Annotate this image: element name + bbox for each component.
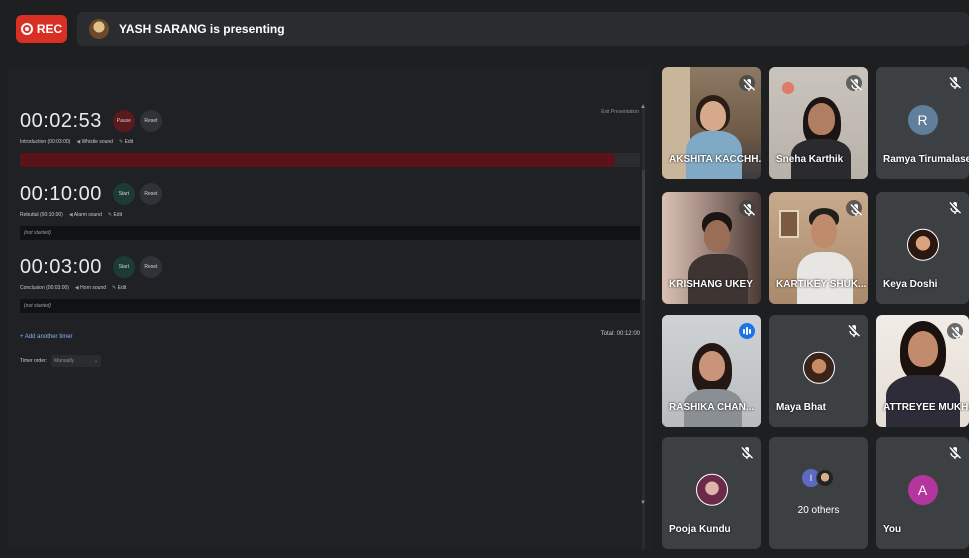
mic-off-icon <box>947 323 963 339</box>
participant-name: You <box>883 524 902 535</box>
sound-option[interactable]: ◀ Horn sound <box>75 285 106 295</box>
speaker-icon: ◀ <box>68 212 73 218</box>
timer-progress-fill <box>20 153 616 167</box>
timer-block: 00:03:00 Start Reset Conclusion (00:03:0… <box>20 252 640 313</box>
others-count: 20 others <box>797 505 840 516</box>
recording-label: REC <box>36 22 63 36</box>
reset-button[interactable]: Reset <box>139 183 162 205</box>
total-time: Total: 00:12:00 <box>600 331 640 337</box>
timer-block: 00:10:00 Start Reset Rebuttal (00:10:00)… <box>20 179 640 240</box>
participant-name: Pooja Kundu <box>669 524 731 535</box>
timer-slide: 00:02:53 Pause Reset Introduction (00:03… <box>20 106 640 367</box>
speaking-indicator-icon <box>739 323 755 339</box>
scroll-down-icon[interactable]: ▼ <box>640 500 646 506</box>
timer-order-label: Timer order: <box>20 358 48 364</box>
participant-name: AKSHITA KACCHH... <box>669 154 761 165</box>
scroll-up-icon[interactable]: ▲ <box>640 104 646 110</box>
self-tile[interactable]: A You <box>876 437 969 549</box>
participant-tile-speaking[interactable]: RASHIKA CHAN... <box>662 315 761 427</box>
participant-tile[interactable]: R Ramya Tirumalase... <box>876 67 969 179</box>
avatar <box>695 473 728 506</box>
timer-progress-bar: (not started) <box>20 226 640 240</box>
participant-tile[interactable]: Sneha Karthik <box>769 67 868 179</box>
mic-off-icon <box>846 75 862 91</box>
timer-order-select[interactable]: Manually ⌄ <box>51 355 102 367</box>
timer-display: 00:03:00 <box>20 255 102 278</box>
mic-off-icon <box>947 200 963 216</box>
presentation-area: Exit Presentation 00:02:53 Pause Reset I… <box>8 66 653 549</box>
sound-option[interactable]: ◀ Alarm sound <box>69 212 102 222</box>
participant-tile[interactable]: AKSHITA KACCHH... <box>662 67 761 179</box>
mic-off-icon <box>846 200 862 216</box>
mic-off-icon <box>846 323 862 339</box>
mic-off-icon <box>947 445 963 461</box>
participant-tile[interactable]: Keya Doshi <box>876 192 969 304</box>
mic-off-icon <box>947 75 963 91</box>
start-button[interactable]: Start <box>112 256 135 278</box>
timer-name: Rebuttal (00:10:00) <box>20 212 63 218</box>
participant-tile[interactable]: KARTIKEY SHUK... <box>769 192 868 304</box>
pause-button[interactable]: Pause <box>112 110 135 132</box>
timer-progress-bar: (not started) <box>20 299 640 313</box>
pencil-icon: ✎ <box>107 212 113 218</box>
participant-name: ATTREYEE MUKH... <box>883 402 969 413</box>
avatar: A <box>907 475 938 505</box>
avatar <box>802 351 835 384</box>
participant-name: KARTIKEY SHUK... <box>776 279 867 290</box>
recording-button[interactable]: REC <box>16 15 67 43</box>
chevron-down-icon: ⌄ <box>93 358 99 364</box>
start-button[interactable]: Start <box>112 183 135 205</box>
presenting-banner[interactable]: YASH SARANG is presenting <box>77 12 969 46</box>
timer-display: 00:02:53 <box>20 109 102 132</box>
edit-link[interactable]: ✎ Edit <box>112 285 126 295</box>
timer-status: (not started) <box>24 303 51 309</box>
others-tile[interactable]: I 20 others <box>769 437 868 549</box>
edit-link[interactable]: ✎ Edit <box>119 139 133 149</box>
mic-off-icon <box>739 200 755 216</box>
record-icon <box>20 23 33 35</box>
scrollbar-thumb[interactable] <box>642 170 645 300</box>
participant-name: Ramya Tirumalase... <box>883 154 969 165</box>
edit-link[interactable]: ✎ Edit <box>108 212 122 222</box>
timer-name: Conclusion (00:03:00) <box>20 285 69 291</box>
timer-block: 00:02:53 Pause Reset Introduction (00:03… <box>20 106 640 167</box>
participant-name: Keya Doshi <box>883 279 938 290</box>
participant-name: Sneha Karthik <box>776 154 844 165</box>
mic-off-icon <box>739 75 755 91</box>
timer-progress-bar <box>20 153 640 167</box>
participant-tile[interactable]: ATTREYEE MUKH... <box>876 315 969 427</box>
avatar <box>906 228 939 261</box>
speaker-icon: ◀ <box>74 285 79 291</box>
reset-button[interactable]: Reset <box>139 110 162 132</box>
add-timer-link[interactable]: + Add another timer <box>20 334 73 340</box>
presenting-text: YASH SARANG is presenting <box>119 22 285 36</box>
avatar: R <box>907 105 938 135</box>
timer-order-row: Timer order: Manually ⌄ <box>20 355 640 367</box>
presenter-avatar <box>89 19 109 39</box>
timer-name: Introduction (00:03:00) <box>20 139 71 145</box>
timer-status: (not started) <box>24 230 51 236</box>
participant-name: Maya Bhat <box>776 402 827 413</box>
participant-tile[interactable]: KRISHANG UKEY <box>662 192 761 304</box>
sound-option[interactable]: ◀ Whistle sound <box>76 139 113 149</box>
mic-off-icon <box>739 445 755 461</box>
participant-name: RASHIKA CHAN... <box>669 402 755 413</box>
speaker-icon: ◀ <box>76 139 81 145</box>
top-bar: REC YASH SARANG is presenting <box>8 10 969 48</box>
pencil-icon: ✎ <box>118 139 124 145</box>
timer-display: 00:10:00 <box>20 182 102 205</box>
participant-tile[interactable]: Pooja Kundu <box>662 437 761 549</box>
participant-name: KRISHANG UKEY <box>669 279 753 290</box>
reset-button[interactable]: Reset <box>139 256 162 278</box>
pencil-icon: ✎ <box>112 285 117 291</box>
avatar <box>816 469 834 487</box>
participant-tile[interactable]: Maya Bhat <box>769 315 868 427</box>
